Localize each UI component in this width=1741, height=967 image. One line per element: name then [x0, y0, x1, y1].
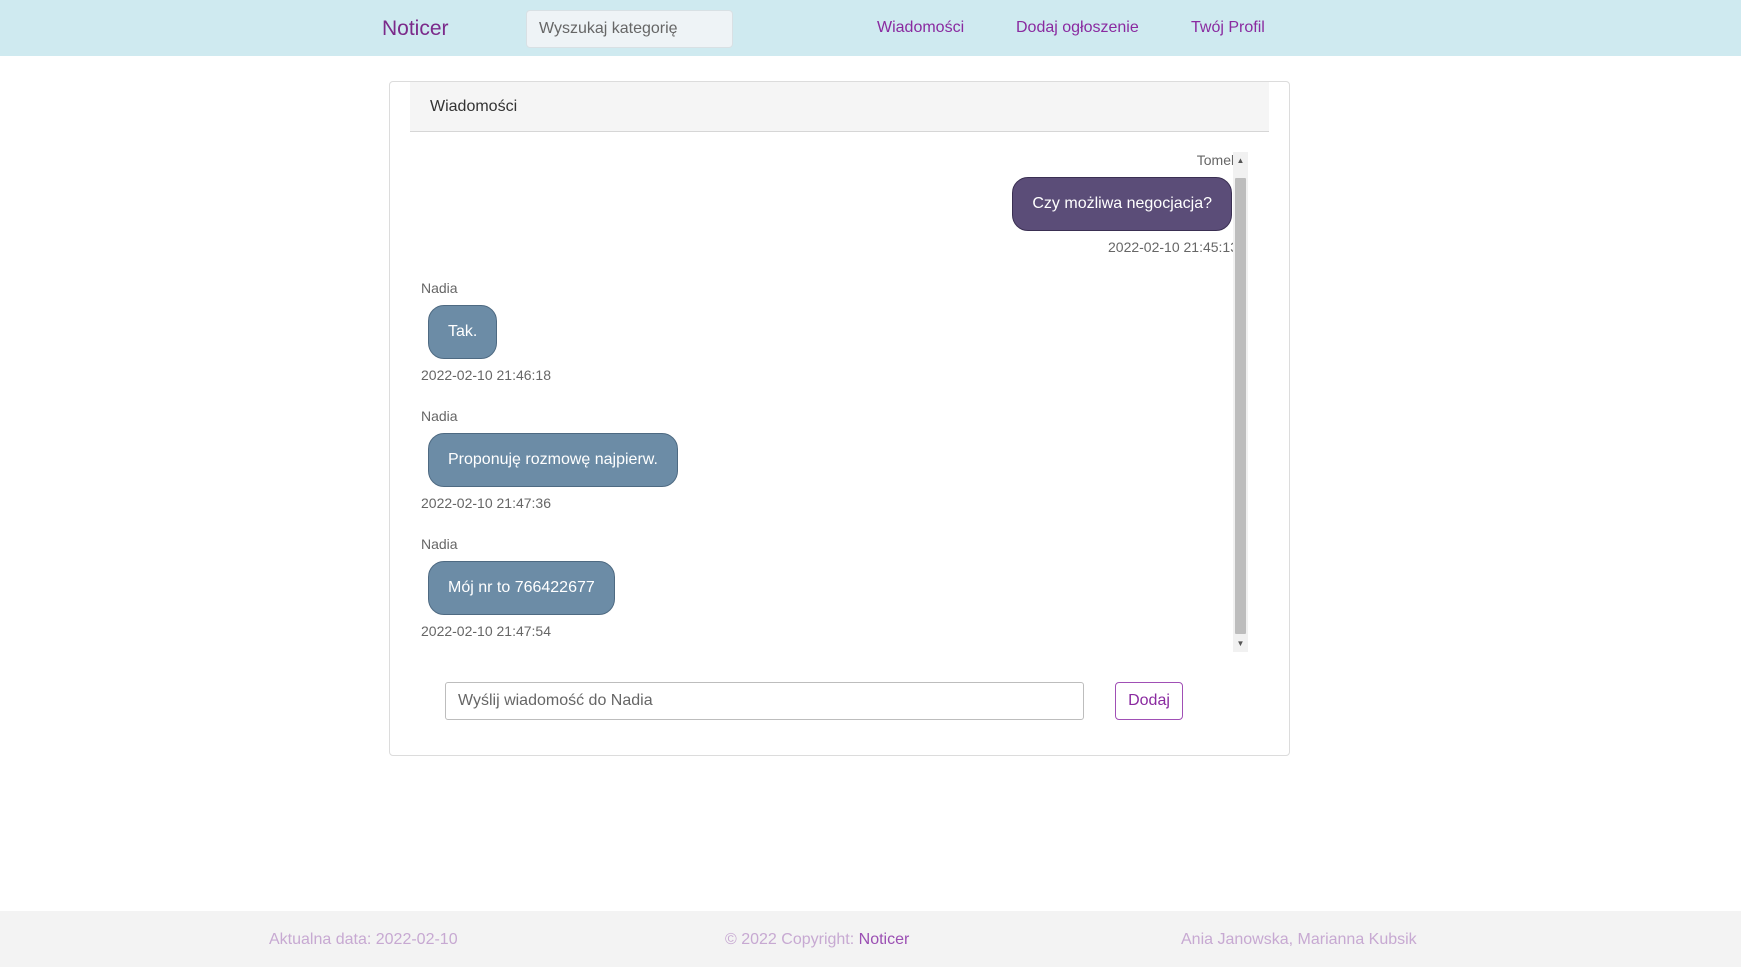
- message-sender: Nadia: [421, 280, 458, 296]
- message-timestamp: 2022-02-10 21:46:18: [421, 367, 551, 383]
- message-input[interactable]: [445, 682, 1084, 720]
- top-navbar: Noticer Wiadomości Dodaj ogłoszenie Twój…: [0, 0, 1741, 56]
- message-timestamp: 2022-02-10 21:47:36: [421, 495, 551, 511]
- current-date-text: Aktualna data: 2022-02-10: [269, 931, 458, 948]
- card-title: Wiadomości: [430, 98, 518, 115]
- authors-text: Ania Janowska, Marianna Kubsik: [1181, 931, 1417, 948]
- category-search-input[interactable]: [526, 10, 733, 48]
- copyright-prefix: © 2022 Copyright:: [725, 931, 859, 948]
- footer-brand-link[interactable]: Noticer: [859, 931, 910, 948]
- message-timestamp: 2022-02-10 21:47:54: [421, 623, 551, 639]
- message-bubble-outgoing: Czy możliwa negocjacja?: [1012, 177, 1232, 231]
- copyright-text: © 2022 Copyright: Noticer: [725, 931, 909, 949]
- brand-logo-link[interactable]: Noticer: [382, 17, 449, 41]
- message-timestamp: 2022-02-10 21:45:13: [1108, 239, 1238, 255]
- card-header: Wiadomości: [410, 82, 1269, 132]
- scrollbar-thumb[interactable]: [1235, 178, 1246, 634]
- nav-link-add-listing[interactable]: Dodaj ogłoszenie: [1016, 19, 1139, 37]
- nav-link-profile[interactable]: Twój Profil: [1191, 19, 1265, 37]
- send-message-button[interactable]: Dodaj: [1115, 682, 1183, 720]
- message-sender: Nadia: [421, 536, 458, 552]
- triangle-down-icon[interactable]: ▼: [1233, 635, 1248, 652]
- message-sender: Nadia: [421, 408, 458, 424]
- messages-card: Wiadomości Tomek Czy możliwa negocjacja?…: [389, 81, 1290, 756]
- page-footer: Aktualna data: 2022-02-10 © 2022 Copyrig…: [0, 911, 1741, 967]
- message-bubble-incoming: Tak.: [428, 305, 498, 359]
- message-list-scrollbar[interactable]: ▲ ▼: [1233, 152, 1248, 652]
- nav-link-messages[interactable]: Wiadomości: [877, 19, 964, 37]
- message-bubble-incoming: Mój nr to 766422677: [428, 561, 615, 615]
- triangle-up-icon[interactable]: ▲: [1233, 152, 1248, 169]
- message-sender: Tomek: [1196, 152, 1238, 168]
- message-list[interactable]: Tomek Czy możliwa negocjacja? 2022-02-10…: [410, 152, 1250, 652]
- message-bubble-incoming: Proponuję rozmowę najpierw.: [428, 433, 678, 487]
